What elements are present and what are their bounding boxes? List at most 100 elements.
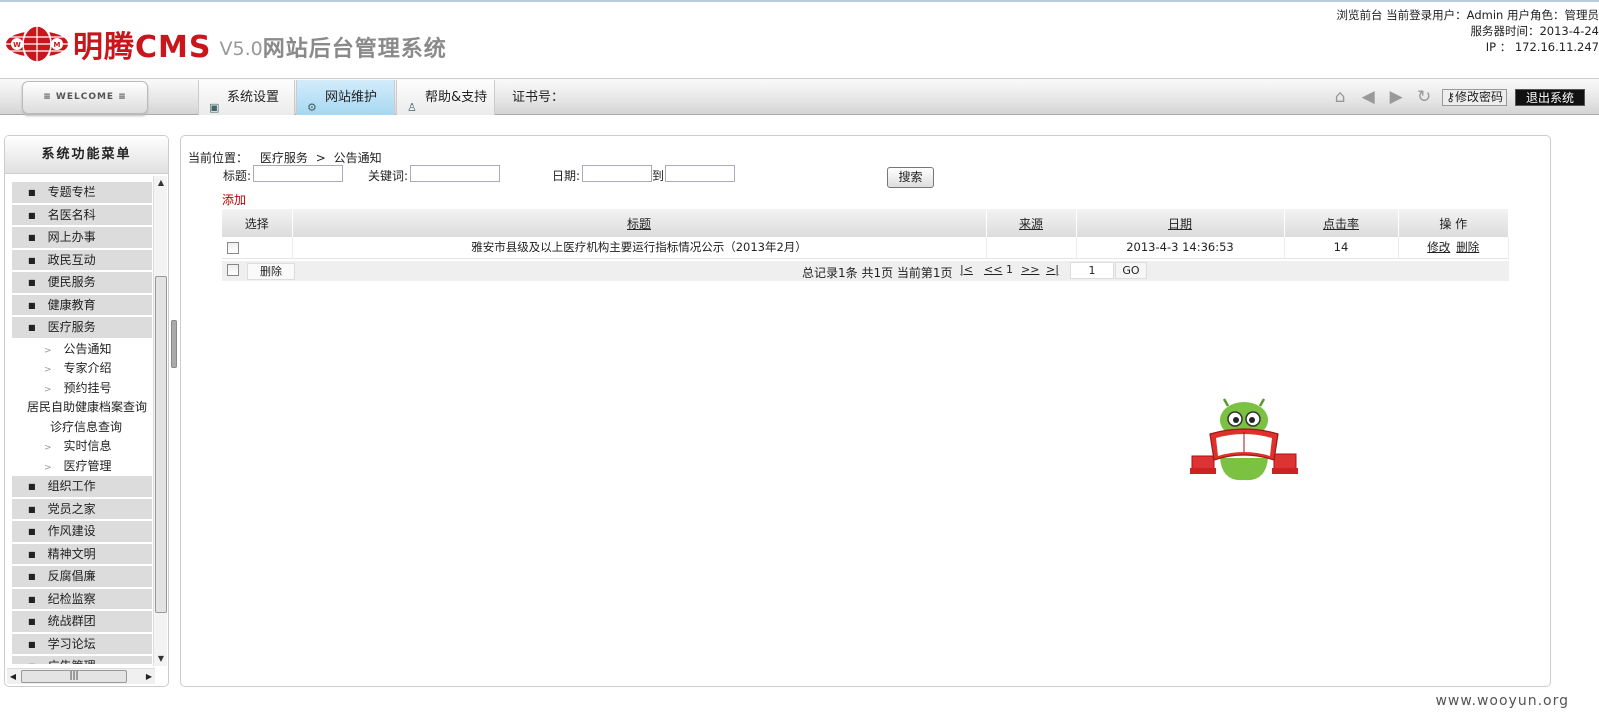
sidebar-category[interactable]: ■ 学习论坛 [12,633,152,656]
sidebar-category[interactable]: ■ 组织工作 [12,476,152,499]
tab-system-settings[interactable]: ▣ 系统设置 [198,80,295,115]
row-checkbox[interactable] [227,241,239,254]
sidebar-vertical-scrollbar[interactable]: ▲ ▼ [153,176,167,666]
bullet-icon: ■ [28,504,36,514]
date-from-input[interactable] [582,165,652,182]
breadcrumb-page: 公告通知 [333,151,382,165]
sidebar-subitem[interactable]: > 预约挂号 [12,379,152,399]
change-password-button[interactable]: ⚷修改密码 [1442,88,1507,106]
next-page-link[interactable]: >> [1021,263,1039,276]
scroll-thumb[interactable] [155,276,167,613]
scroll-down-icon[interactable]: ▼ [155,652,167,666]
add-link[interactable]: 添加 [222,191,246,208]
sidebar-item-label: 纪检监察 [47,591,96,606]
col-title[interactable]: 标题 [292,209,987,237]
sidebar-item-label: 统战群团 [47,614,96,628]
bullet-icon: ■ [28,255,36,265]
logout-button[interactable]: 退出系统 [1514,88,1585,106]
sidebar-category[interactable]: ■ 名医名科 [12,204,152,227]
sidebar-item-label: 预约挂号 [63,380,112,395]
bullet-icon: ■ [28,662,36,664]
sidebar-item-label: 网上办事 [47,230,96,244]
sidebar-menu: ■ 专题专栏 ■ 名医名科 ■ 网上办事 ■ 政民互动 ■ 便民服务 ■ 健康教育 ■ 医疗服务 > 公告通知… [5,176,155,664]
bullet-icon: ■ [28,549,36,559]
nav-tools: ⌂ ◀ ▶ ↻ ⚷修改密码 退出系统 [1330,87,1585,107]
keyword-label: 关键词: [368,169,409,183]
col-select: 选择 [222,209,293,237]
sidebar-item-label: 实时信息 [63,439,112,453]
col-source[interactable]: 来源 [986,209,1077,237]
tab-site-maintenance[interactable]: ⚙ 网站维护 [296,80,395,115]
bullet-icon: ■ [28,188,36,197]
brand-name: 明腾CMS [73,30,212,65]
table-header-row: 选择 标题 来源 日期 点击率 操 作 [222,209,1509,237]
sidebar-subitem[interactable]: 诊疗信息查询 [12,418,152,438]
sidebar-category[interactable]: ■ 统战群团 [12,611,152,634]
top-nav: ≡ WELCOME ≡ ▣ 系统设置 ⚙ 网站维护 ♙ 帮助&支持 证书号： ⌂… [0,78,1599,115]
sidebar-splitter[interactable] [171,320,177,368]
title-input[interactable] [253,165,343,182]
sidebar-category[interactable]: ■ 医疗服务 [12,317,152,340]
bullet-icon: ■ [28,233,36,242]
sidebar-category[interactable]: ■ 便民服务 [12,272,152,295]
sidebar-category[interactable]: ■ 网上办事 [12,227,152,250]
bullet-icon: ■ [28,278,36,287]
sidebar: 系统功能菜单 ■ 专题专栏 ■ 名医名科 ■ 网上办事 ■ 政民互动 ■ 便民服务 ■ 健康教育 ■ 医疗… [4,135,169,687]
sidebar-category[interactable]: ■ 反腐倡廉 [12,566,152,589]
last-page-link[interactable]: >| [1046,263,1059,276]
home-icon[interactable]: ⌂ [1330,87,1350,107]
prev-page-link[interactable]: << [984,263,1002,276]
tab-label: 帮助&支持 [425,90,488,105]
user-line[interactable]: 浏览前台 当前登录用户：Admin 用户角色：管理员 [1337,7,1599,23]
sidebar-item-label: 医疗服务 [47,320,96,334]
edit-link[interactable]: 修改 [1427,240,1450,254]
tab-help-support[interactable]: ♙ 帮助&支持 [396,80,495,115]
sidebar-category[interactable]: ■ 健康教育 [12,294,152,317]
welcome-button[interactable]: ≡ WELCOME ≡ [22,81,148,114]
chevron-right-icon: > [44,345,52,356]
page-number-input[interactable]: 1 [1070,262,1114,279]
sidebar-subitem[interactable]: > 实时信息 [12,437,152,457]
sidebar-category[interactable]: ■ 广告管理 [12,656,152,664]
sidebar-item-label: 作风建设 [47,524,96,538]
forward-icon[interactable]: ▶ [1386,87,1406,107]
gear-icon: ⚙ [307,101,317,114]
sidebar-horizontal-scrollbar[interactable]: ◀ ||| ▶ [7,668,155,684]
refresh-icon[interactable]: ↻ [1414,87,1434,107]
sidebar-category[interactable]: ■ 作风建设 [12,521,152,544]
col-date[interactable]: 日期 [1076,209,1285,237]
breadcrumb: 当前位置： 医疗服务 > 公告通知 [188,149,382,166]
date-to-input[interactable] [665,165,735,182]
scroll-up-icon[interactable]: ▲ [155,176,167,190]
breadcrumb-separator: > [315,151,326,165]
scroll-thumb-horizontal[interactable]: ||| [21,670,127,683]
tab-label: 系统设置 [227,90,280,105]
go-button[interactable]: GO [1115,262,1147,279]
col-clicks[interactable]: 点击率 [1284,209,1399,237]
sidebar-subitem[interactable]: > 公告通知 [12,340,152,360]
delete-link[interactable]: 删除 [1456,240,1479,254]
title-label: 标题: [223,169,252,183]
sidebar-category[interactable]: ■ 政民互动 [12,249,152,272]
batch-delete-button[interactable]: 删除 [247,263,295,280]
user-info: 浏览前台 当前登录用户：Admin 用户角色：管理员 服务器时间：2013-4-… [1337,7,1599,55]
sidebar-subitem[interactable]: > 医疗管理 [12,457,152,477]
sidebar-category[interactable]: ■ 纪检监察 [12,588,152,611]
sidebar-category[interactable]: ■ 专题专栏 [12,182,152,205]
sidebar-subitem[interactable]: 居民自助健康档案查询 [12,398,152,418]
search-form: 标题: 关键词: 日期: 到 搜索 [223,165,934,188]
sidebar-category[interactable]: ■ 精神文明 [12,543,152,566]
sidebar-item-label: 公告通知 [63,341,112,356]
scroll-right-icon[interactable]: ▶ [143,669,155,685]
sidebar-item-label: 专题专栏 [47,185,96,199]
back-icon[interactable]: ◀ [1358,87,1378,107]
search-button[interactable]: 搜索 [887,167,934,188]
sidebar-title: 系统功能菜单 [5,136,168,174]
select-all-checkbox[interactable] [227,264,239,276]
first-page-link[interactable]: |< [960,263,973,276]
sidebar-item-label: 专家介绍 [63,361,112,375]
scroll-left-icon[interactable]: ◀ [7,669,19,685]
sidebar-category[interactable]: ■ 党员之家 [12,498,152,521]
keyword-input[interactable] [410,165,500,182]
sidebar-subitem[interactable]: > 专家介绍 [12,359,152,379]
